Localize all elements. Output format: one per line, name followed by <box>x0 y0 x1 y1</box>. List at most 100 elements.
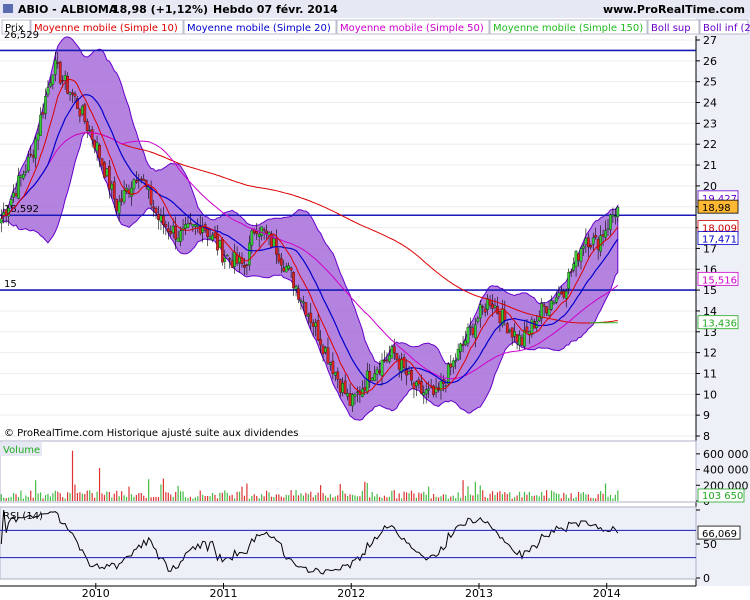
candle-body <box>616 207 620 218</box>
candle-body <box>400 358 404 373</box>
candle-body <box>235 254 239 264</box>
candle-body <box>56 62 60 64</box>
candle-body <box>51 74 55 85</box>
candle-body <box>550 300 553 310</box>
candle-body <box>351 394 354 407</box>
candle-body <box>338 379 342 393</box>
site-link[interactable]: www.ProRealTime.com <box>603 3 745 16</box>
candle-body <box>451 360 455 367</box>
candle-body <box>547 308 551 316</box>
candle-body <box>336 371 340 380</box>
candle-body <box>184 224 187 229</box>
candle-body <box>449 363 453 368</box>
candle-body <box>297 288 300 300</box>
time-tick-label: 2013 <box>465 587 493 600</box>
legend-label-5: Boll sup <box>651 23 691 34</box>
candle-body <box>540 303 544 319</box>
candle-body <box>508 329 512 332</box>
time-tick-label: 2010 <box>82 587 110 600</box>
candle-body <box>611 214 615 217</box>
candle-body <box>24 171 28 173</box>
candle-body <box>584 238 588 245</box>
candle-body <box>78 109 82 117</box>
candle-body <box>61 80 65 82</box>
candle-body <box>454 360 458 362</box>
right-value-label: 18,98 <box>702 203 731 214</box>
candle-body <box>9 199 13 206</box>
candle-body <box>90 129 94 140</box>
candle-body <box>577 253 580 261</box>
candle-body <box>80 105 84 115</box>
candle-body <box>483 308 487 313</box>
price-tick-label: 26 <box>703 55 717 68</box>
price-tick-label: 9 <box>703 409 710 422</box>
candle-body <box>17 175 20 199</box>
right-value-label: 15,516 <box>702 275 737 286</box>
candle-body <box>333 372 337 376</box>
candle-body <box>365 370 369 393</box>
candle-body <box>257 234 261 238</box>
candle-body <box>248 242 251 266</box>
time-tick-label: 2012 <box>337 587 365 600</box>
candle-body <box>427 388 431 391</box>
rsi-last-value: 66,069 <box>702 529 737 540</box>
candle-body <box>166 228 170 232</box>
candle-body <box>216 234 219 251</box>
menu-icon[interactable] <box>3 4 13 13</box>
candle-body <box>208 236 212 239</box>
price-tick-label: 27 <box>703 34 717 47</box>
candle-body <box>95 142 99 151</box>
volume-last-value: 103 650 <box>702 491 743 502</box>
candle-body <box>189 222 192 225</box>
time-tick-label: 2011 <box>210 587 238 600</box>
candle-body <box>162 215 165 225</box>
candle-body <box>14 193 18 196</box>
volume-tick-label: 400 000 <box>703 464 749 477</box>
horizontal-line-label: 15 <box>4 279 17 290</box>
candle-body <box>385 359 389 361</box>
candle-body <box>39 114 42 136</box>
candle-body <box>157 213 160 220</box>
candle-body <box>604 230 607 238</box>
candle-body <box>66 76 69 94</box>
candle-body <box>292 272 295 289</box>
candle-body <box>179 230 182 242</box>
candle-body <box>478 304 482 319</box>
candle-body <box>388 355 391 362</box>
candle-body <box>375 369 379 375</box>
rsi-tick-label: 0 <box>703 572 710 585</box>
candle-body <box>139 178 143 181</box>
candle-body <box>105 168 109 177</box>
candle-body <box>591 237 595 245</box>
price-tick-label: 8 <box>703 430 710 443</box>
candle-body <box>505 323 509 334</box>
candle-body <box>201 227 205 233</box>
candle-body <box>44 96 47 114</box>
candle-body <box>73 93 77 97</box>
candle-body <box>459 343 462 352</box>
candle-body <box>466 327 470 344</box>
candle-body <box>130 187 133 197</box>
candle-body <box>341 383 345 393</box>
candle-body <box>329 362 332 365</box>
candle-body <box>559 291 563 295</box>
candle-body <box>331 360 335 374</box>
candle-body <box>225 255 229 257</box>
candle-body <box>316 320 320 341</box>
candle-body <box>265 230 268 234</box>
candle-body <box>193 224 197 227</box>
candle-body <box>103 162 106 178</box>
candle-body <box>567 272 571 289</box>
candle-body <box>85 121 89 131</box>
candle-body <box>53 59 57 75</box>
legend-label-4: Moyenne mobile (Simple 150) <box>493 23 643 34</box>
candle-body <box>120 198 123 202</box>
candle-body <box>579 248 583 262</box>
candle-body <box>260 226 263 237</box>
candle-body <box>589 245 593 248</box>
candle-body <box>68 92 72 95</box>
candle-body <box>410 369 413 381</box>
candle-body <box>353 394 357 397</box>
candle-body <box>518 335 521 346</box>
candle-body <box>614 215 617 217</box>
